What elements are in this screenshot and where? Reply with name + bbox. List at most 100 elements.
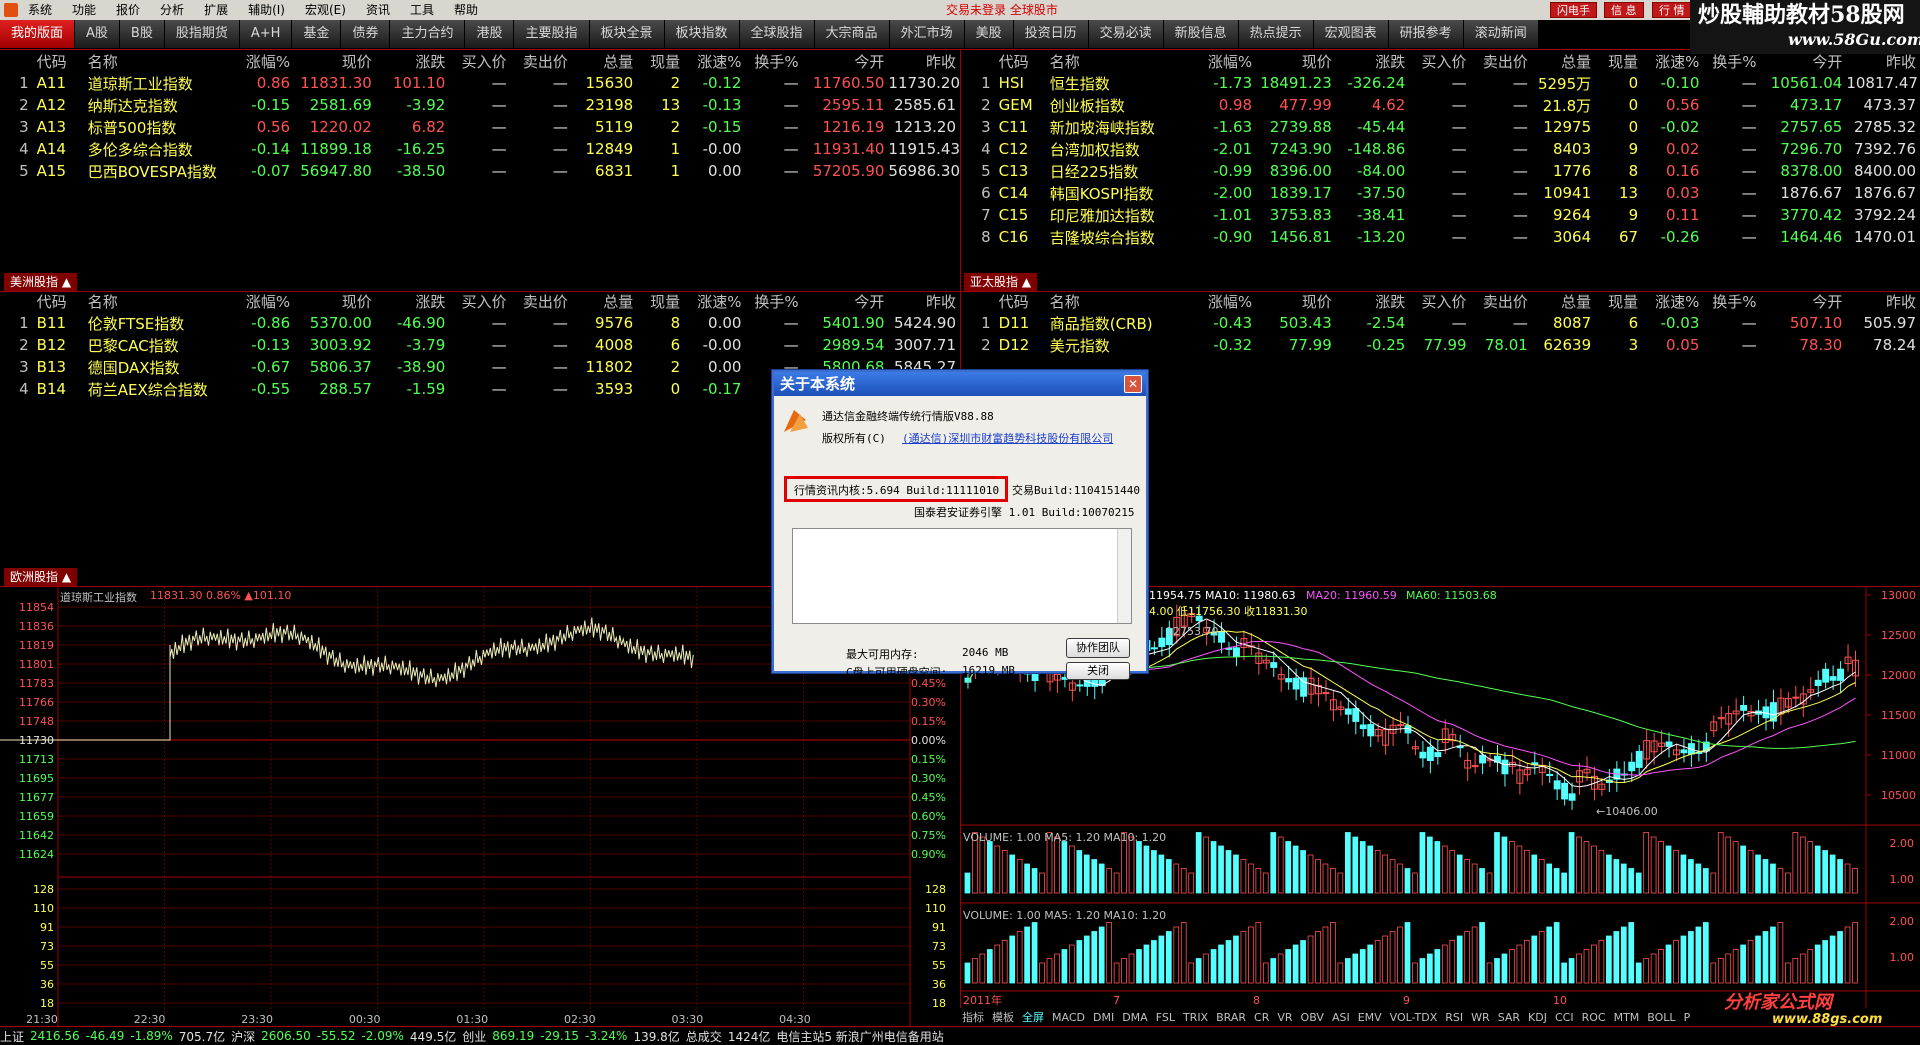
table-row[interactable]: 8 C16 吉隆坡综合指数 -0.90 1456.81 -13.20 — — 3064 67 -0.…: [962, 226, 1920, 248]
menu-news[interactable]: 资讯: [356, 0, 400, 20]
column-header[interactable]: 涨幅%: [237, 50, 294, 72]
column-header[interactable]: 现价: [294, 290, 376, 312]
table-row[interactable]: 3 C11 新加坡海峡指数 -1.63 2739.88 -45.44 — — 12975 0 -0.…: [962, 116, 1920, 138]
indicator-tab[interactable]: OBV: [1297, 1011, 1328, 1024]
indicator-tab[interactable]: WR: [1467, 1011, 1494, 1024]
column-header[interactable]: 买入价: [1409, 290, 1470, 312]
table-row[interactable]: 4 C12 台湾加权指数 -2.01 7243.90 -148.86 — — 8403 9 0.02…: [962, 138, 1920, 160]
column-header[interactable]: 名称: [1046, 50, 1199, 72]
tab-3[interactable]: 股指期货: [164, 20, 240, 48]
tab-18[interactable]: 新股信息: [1163, 20, 1239, 48]
section-label-europe[interactable]: 欧洲股指 ▲: [4, 568, 78, 586]
column-header[interactable]: 昨收: [1846, 290, 1920, 312]
tab-21[interactable]: 研报参考: [1388, 20, 1464, 48]
indicator-tab[interactable]: MACD: [1048, 1011, 1089, 1024]
column-header[interactable]: 今开: [1761, 290, 1847, 312]
table-row[interactable]: 5 C13 日经225指数 -0.99 8396.00 -84.00 — — 1776 8 0.16…: [962, 160, 1920, 182]
tab-9[interactable]: 主要股指: [514, 20, 590, 48]
indicator-tab[interactable]: DMI: [1089, 1011, 1118, 1024]
section-label-americas[interactable]: 美洲股指 ▲: [4, 273, 78, 291]
indicator-tab[interactable]: VOL-TDX: [1386, 1011, 1442, 1024]
table-row[interactable]: 2 GEM 创业板指数 0.98 477.99 4.62 — — 21.8万 0 0.56 — 473.…: [962, 94, 1920, 116]
indicator-tab[interactable]: RSI: [1441, 1011, 1467, 1024]
column-header[interactable]: 现量: [1595, 290, 1642, 312]
column-header[interactable]: 代码: [33, 50, 84, 72]
indicator-tab[interactable]: KDJ: [1524, 1011, 1551, 1024]
column-header[interactable]: [962, 50, 995, 72]
column-header[interactable]: 涨幅%: [237, 290, 294, 312]
table-row[interactable]: 2 B12 巴黎CAC指数 -0.13 3003.92 -3.79 — — 4008 6 -0.00…: [0, 334, 960, 356]
tab-20[interactable]: 宏观图表: [1313, 20, 1389, 48]
column-header[interactable]: 总量: [572, 290, 637, 312]
tab-13[interactable]: 大宗商品: [814, 20, 890, 48]
column-header[interactable]: 代码: [995, 50, 1046, 72]
column-header[interactable]: 现价: [1256, 290, 1336, 312]
indicator-tab[interactable]: SAR: [1494, 1011, 1524, 1024]
indicator-tab[interactable]: EMV: [1354, 1011, 1386, 1024]
tab-19[interactable]: 热点提示: [1238, 20, 1314, 48]
tab-14[interactable]: 外汇市场: [889, 20, 965, 48]
column-header[interactable]: 现量: [637, 290, 684, 312]
column-header[interactable]: 涨跌: [376, 290, 450, 312]
column-header[interactable]: [0, 290, 33, 312]
table-row[interactable]: 7 C15 印尼雅加达指数 -1.01 3753.83 -38.41 — — 9264 9 0.11…: [962, 204, 1920, 226]
column-header[interactable]: 总量: [1532, 290, 1595, 312]
column-header[interactable]: 名称: [84, 290, 237, 312]
column-header[interactable]: 代码: [995, 290, 1046, 312]
dialog-title-bar[interactable]: 关于本系统 ✕: [774, 372, 1146, 396]
column-header[interactable]: 今开: [803, 50, 889, 72]
tab-7[interactable]: 主力合约: [390, 20, 466, 48]
section-label-asia-pacific[interactable]: 亚太股指 ▲: [964, 273, 1038, 291]
column-header[interactable]: [962, 290, 995, 312]
column-header[interactable]: 卖出价: [1471, 290, 1532, 312]
column-header[interactable]: 昨收: [888, 290, 960, 312]
menu-help[interactable]: 帮助: [444, 0, 488, 20]
menu-extend[interactable]: 扩展: [194, 0, 238, 20]
table-row[interactable]: 3 A13 标普500指数 0.56 1220.02 6.82 — — 5119 2 -0.15 — 1…: [0, 116, 960, 138]
column-header[interactable]: 卖出价: [511, 290, 572, 312]
indicator-tab[interactable]: FSL: [1152, 1011, 1179, 1024]
tab-5[interactable]: 基金: [292, 20, 342, 48]
indicator-tab[interactable]: DMA: [1118, 1011, 1152, 1024]
tab-15[interactable]: 美股: [964, 20, 1014, 48]
table-row[interactable]: 1 A11 道琼斯工业指数 0.86 11831.30 101.10 — — 15630 2 -0.…: [0, 72, 960, 94]
menu-function[interactable]: 功能: [62, 0, 106, 20]
column-header[interactable]: 涨跌: [376, 50, 450, 72]
column-header[interactable]: 现价: [294, 50, 376, 72]
tab-16[interactable]: 投资日历: [1013, 20, 1089, 48]
table-row[interactable]: 1 D11 商品指数(CRB) -0.43 503.43 -2.54 — — 8087 6 -0.0…: [962, 312, 1920, 334]
column-header[interactable]: 换手%: [745, 50, 802, 72]
table-row[interactable]: 1 HSI 恒生指数 -1.73 18491.23 -326.24 — — 5295万 0 -0.1…: [962, 72, 1920, 94]
indicator-tab[interactable]: CCI: [1551, 1011, 1578, 1024]
column-header[interactable]: 换手%: [1703, 50, 1760, 72]
column-header[interactable]: 现量: [1595, 50, 1642, 72]
column-header[interactable]: 现价: [1256, 50, 1336, 72]
column-header[interactable]: 买入价: [449, 290, 510, 312]
menu-tools[interactable]: 工具: [400, 0, 444, 20]
menu-assist[interactable]: 辅助(I): [238, 0, 295, 20]
column-header[interactable]: 昨收: [888, 50, 960, 72]
indicator-tab[interactable]: ROC: [1578, 1011, 1610, 1024]
column-header[interactable]: 换手%: [745, 290, 802, 312]
column-header[interactable]: 总量: [1532, 50, 1595, 72]
column-header[interactable]: 现量: [637, 50, 684, 72]
column-header[interactable]: 名称: [1046, 290, 1199, 312]
column-header[interactable]: 买入价: [1409, 50, 1470, 72]
column-header[interactable]: 卖出价: [511, 50, 572, 72]
tab-1[interactable]: A股: [75, 20, 120, 48]
indicator-tab[interactable]: BOLL: [1643, 1011, 1679, 1024]
tab-2[interactable]: B股: [119, 20, 165, 48]
quote-button[interactable]: 行 情: [1652, 2, 1692, 18]
close-icon[interactable]: ✕: [1124, 375, 1142, 393]
table-row[interactable]: 2 A12 纳斯达克指数 -0.15 2581.69 -3.92 — — 23198 13 -0.1…: [0, 94, 960, 116]
menu-system[interactable]: 系统: [18, 0, 62, 20]
tab-6[interactable]: 债券: [341, 20, 391, 48]
company-link[interactable]: (通达信)深圳市财富趋势科技股份有限公司: [902, 430, 1113, 446]
indicator-tab[interactable]: TRIX: [1179, 1011, 1212, 1024]
flash-trade-button[interactable]: 闪电手: [1550, 2, 1597, 18]
indicator-tab[interactable]: ASI: [1328, 1011, 1354, 1024]
tab-0[interactable]: 我的版面: [0, 20, 76, 48]
column-header[interactable]: 卖出价: [1471, 50, 1532, 72]
indicator-tab[interactable]: CR: [1250, 1011, 1273, 1024]
tab-10[interactable]: 板块全景: [589, 20, 665, 48]
